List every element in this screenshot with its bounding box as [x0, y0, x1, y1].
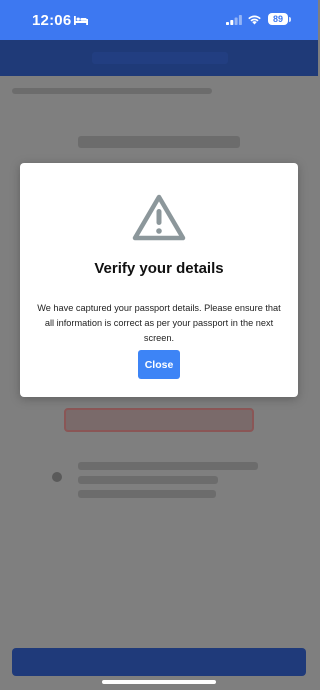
cellular-signal-icon — [226, 15, 242, 25]
background-outline-button — [64, 408, 254, 432]
status-time: 12:06 — [32, 12, 72, 29]
warning-triangle-icon — [132, 194, 186, 241]
dialog-message: We have captured your passport details. … — [37, 303, 281, 343]
background-text-placeholder-3 — [78, 490, 216, 498]
verify-details-dialog: Verify your details We have captured you… — [20, 163, 298, 397]
background-progress-placeholder — [12, 88, 212, 94]
dialog-title: Verify your details — [94, 260, 224, 277]
wifi-icon — [248, 15, 261, 25]
battery-indicator: 89 — [268, 13, 288, 25]
background-title-placeholder — [92, 52, 228, 64]
bed-icon — [74, 16, 88, 25]
background-text-placeholder-2 — [78, 476, 218, 484]
battery-tip — [289, 17, 291, 22]
close-button[interactable]: Close — [138, 350, 180, 379]
background-heading-placeholder — [78, 136, 240, 148]
background-continue-button — [12, 648, 306, 676]
background-text-placeholder-1 — [78, 462, 258, 470]
background-radio-placeholder — [52, 472, 62, 482]
home-indicator — [102, 680, 216, 684]
status-bar: 12:06 89 — [0, 0, 318, 40]
